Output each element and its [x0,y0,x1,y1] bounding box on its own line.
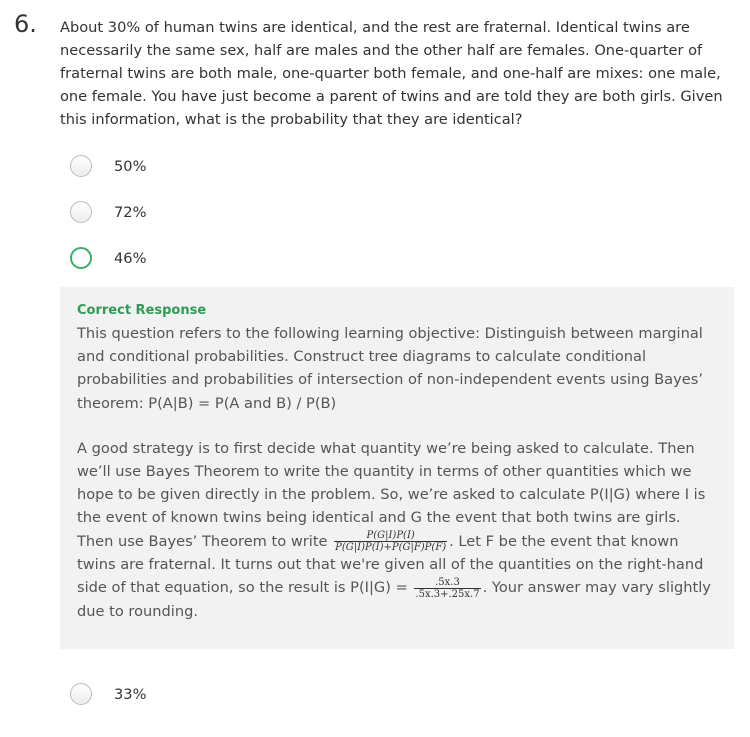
result-formula-numerator: .5x.3 [414,577,481,589]
feedback-paragraph-explanation: A good strategy is to first decide what … [77,437,717,623]
option-46[interactable]: 46% [70,245,146,271]
result-formula-denominator: .5x.3+.25x.7 [415,588,480,600]
radio-button[interactable] [70,155,92,177]
option-label: 72% [114,203,147,221]
radio-button[interactable] [70,683,92,705]
option-50[interactable]: 50% [70,153,146,179]
option-label: 50% [114,157,147,175]
option-72[interactable]: 72% [70,199,146,225]
quiz-page: 6. About 30% of human twins are identica… [0,0,750,737]
feedback-title: Correct Response [77,303,207,318]
option-33[interactable]: 33% [70,681,146,707]
option-label: 46% [114,249,147,267]
bayes-formula-numerator: P(G|I)P(I) [334,530,448,543]
result-formula: .5x.3.5x.3+.25x.7 [414,577,481,600]
question-number: 6. [14,10,37,38]
feedback-panel: Correct Response This question refers to… [60,287,734,649]
option-label: 33% [114,685,147,703]
bayes-formula: P(G|I)P(I) P(G|I)P(I)+P(G|F)P(F) [334,530,448,554]
radio-button-correct[interactable] [70,247,92,269]
radio-button[interactable] [70,201,92,223]
bayes-formula-denominator: P(G|I)P(I)+P(G|F)P(F) [335,542,447,554]
feedback-paragraph-objective: This question refers to the following le… [77,325,703,412]
question-text: About 30% of human twins are identical, … [60,19,723,128]
